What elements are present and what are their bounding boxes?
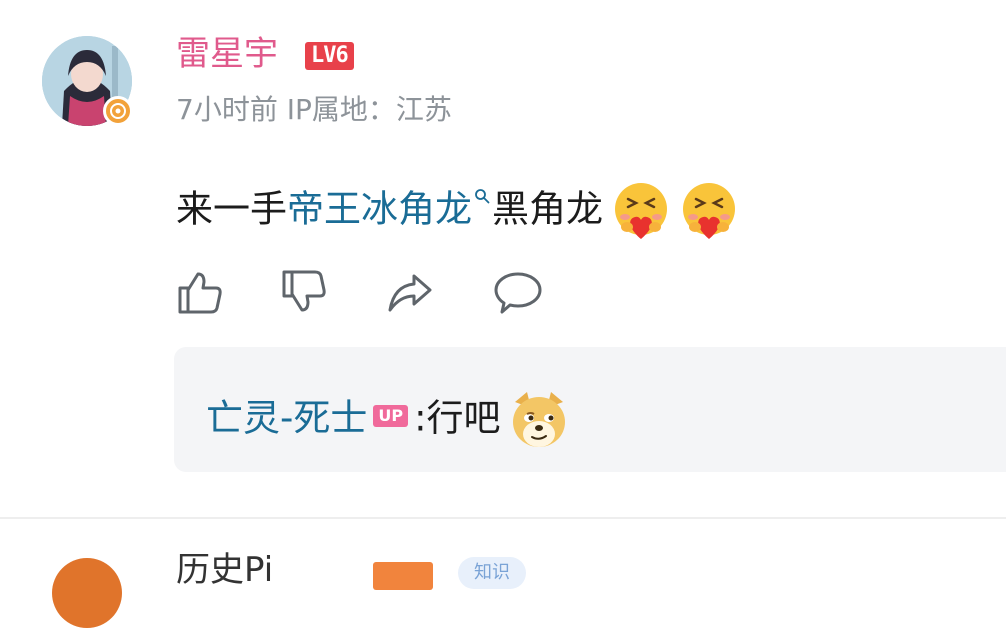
doge-emoji xyxy=(512,392,565,447)
next-comment-tag: 知识 xyxy=(458,557,526,589)
up-badge: UP xyxy=(373,404,409,427)
dislike-icon[interactable] xyxy=(280,268,328,316)
comment-text: 来一手帝王冰角龙 黑角龙 xyxy=(176,181,739,241)
reply-text: 行吧 xyxy=(426,396,501,440)
avatar-badge-icon xyxy=(103,96,133,126)
comment-divider xyxy=(0,517,1006,519)
next-user-avatar[interactable] xyxy=(52,558,122,628)
reply-separator: : xyxy=(414,396,427,440)
search-link[interactable]: 帝王冰角龙 xyxy=(287,188,472,231)
like-icon[interactable] xyxy=(176,268,224,316)
reply-icon[interactable] xyxy=(494,268,542,316)
comment-meta: 7小时前 IP属地：江苏 xyxy=(176,93,452,126)
hugging-heart-emoji xyxy=(615,183,667,239)
level-badge: LV6 xyxy=(305,42,354,70)
comment-text-suffix: 黑角龙 xyxy=(492,187,603,231)
hugging-heart-emoji xyxy=(683,183,735,239)
comment-username[interactable]: 雷星宇 xyxy=(176,32,278,76)
reply-username[interactable]: 亡灵-死士 xyxy=(206,397,367,440)
search-icon[interactable] xyxy=(474,188,490,204)
comment-text-prefix: 来一手 xyxy=(176,187,287,231)
share-icon[interactable] xyxy=(386,268,434,316)
next-comment-username[interactable]: 历史Pi xyxy=(176,548,273,592)
next-level-badge xyxy=(373,562,433,590)
reply-item: 亡灵-死士 UP:行吧 xyxy=(206,390,569,450)
